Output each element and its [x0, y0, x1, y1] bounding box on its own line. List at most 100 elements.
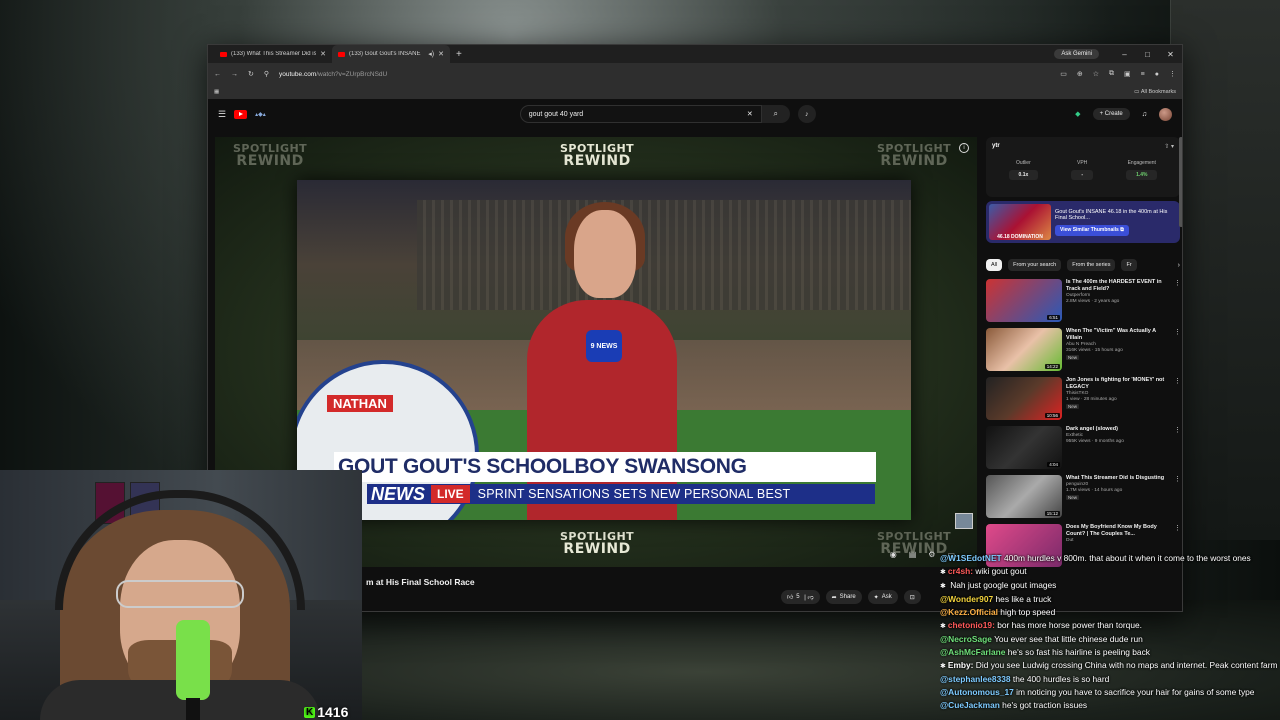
rec-title[interactable]: When The "Victim" Was Actually A Villain [1066, 328, 1170, 342]
tab-streamer-video[interactable]: (133) What This Streamer Did is ✕ [214, 45, 332, 63]
minimize-icon[interactable]: – [1113, 50, 1136, 59]
rec-title[interactable]: What This Streamer Did is Disgusting [1066, 475, 1170, 482]
chat-username[interactable]: @NecroSage [940, 634, 992, 644]
new-tab-button[interactable]: + [450, 49, 468, 60]
more-options-icon[interactable]: ⋮ [1174, 328, 1180, 376]
close-tab-icon[interactable]: ✕ [320, 50, 326, 58]
avatar[interactable] [1159, 107, 1172, 121]
chat-badge-icon: ✱ [940, 623, 946, 630]
create-button[interactable]: + Create [1092, 108, 1130, 120]
list-item[interactable]: 14:22 When The "Victim" Was Actually A V… [986, 328, 1180, 376]
search-button-icon[interactable]: ⌕ [761, 105, 790, 123]
chip-all[interactable]: All [986, 259, 1003, 271]
like-button[interactable]: 👍︎ 5 | 👎︎ [781, 590, 820, 604]
subtitles-icon[interactable]: ▤ [909, 550, 917, 559]
more-options-icon[interactable]: ⋮ [1174, 426, 1180, 474]
maximize-icon[interactable]: □ [1136, 50, 1159, 59]
all-bookmarks-button[interactable]: All Bookmarks [1141, 89, 1176, 95]
chat-message: @stephanlee8338 the 400 hurdles is so ha… [940, 673, 1280, 686]
chevron-right-icon[interactable]: › [1178, 262, 1180, 269]
video-thumbnail[interactable]: 4:04 [986, 426, 1062, 469]
chat-overlay: @W1SEdotNET 400m hurdles v 800m. that ab… [940, 552, 1280, 720]
list-item[interactable]: 10:56 Jon Jones is fighting for 'MONEY' … [986, 377, 1180, 425]
settings-gear-icon[interactable]: ⚙ [928, 550, 935, 559]
chat-username[interactable]: chetonio19: [948, 620, 995, 630]
sidebar-scrollbar[interactable] [1179, 137, 1182, 227]
extension-icon[interactable]: ◆ [1075, 110, 1080, 118]
rec-title[interactable]: Jon Jones is fighting for 'MONEY' not LE… [1066, 377, 1170, 391]
list-item[interactable]: 15:12 What This Streamer Did is Disgusti… [986, 475, 1180, 523]
chat-text: the 400 hurdles is so hard [1010, 674, 1110, 684]
rec-title[interactable]: Dark angel (slowed) [1066, 426, 1170, 433]
close-tab-icon[interactable]: ✕ [438, 50, 444, 58]
notifications-bell-icon[interactable]: ♫ [1142, 111, 1147, 118]
chat-username[interactable]: @Kezz.Official [940, 607, 998, 617]
button-label: View Similar Thumbnails [1060, 227, 1119, 234]
chat-message: @Kezz.Official high top speed [940, 606, 1280, 619]
youtube-logo-icon[interactable] [234, 109, 248, 119]
video-thumbnail[interactable]: 15:12 [986, 475, 1062, 518]
thumbs-down-icon[interactable]: | 👎︎ [803, 593, 813, 601]
bookmark-star-icon[interactable]: ☆ [1093, 70, 1099, 78]
save-button[interactable]: ⊡ [903, 590, 921, 604]
chat-username[interactable]: @W1SEdotNET [940, 553, 1002, 563]
chat-message: ✱ Emby: Did you see Ludwig crossing China… [940, 659, 1280, 673]
list-item[interactable]: 4:04 Dark angel (slowed) Exthetic 955K vie… [986, 426, 1180, 474]
chat-username[interactable]: @Wonder907 [940, 594, 993, 604]
extensions-icon[interactable]: ⧉ [1109, 70, 1114, 78]
streamer-webcam: K 1416 [0, 470, 362, 720]
url-field[interactable]: youtube.com/watch?v=ZUrpBrcNSdU [279, 71, 1050, 78]
more-options-icon[interactable]: ⋮ [1174, 475, 1180, 523]
chat-username[interactable]: @AshMcFarlane [940, 647, 1005, 657]
voice-search-icon[interactable]: ♪ [797, 105, 816, 123]
media-icon[interactable]: ≡ [1141, 71, 1145, 78]
rec-title[interactable]: Does My Boyfriend Know My Body Count? | … [1066, 524, 1170, 538]
share-button[interactable]: ➦ Share [825, 590, 862, 604]
chat-username[interactable]: @stephanlee8338 [940, 674, 1011, 684]
more-options-icon[interactable]: ⋮ [1174, 279, 1180, 327]
forward-icon[interactable]: → [231, 71, 238, 78]
zoom-icon[interactable]: ⊕ [1077, 70, 1083, 78]
similar-title: Gout Gout's INSANE 46.18 in the 400m at … [1055, 208, 1168, 222]
apps-icon[interactable]: ▦ [214, 89, 219, 95]
chat-text: high top speed [997, 607, 1056, 617]
cast-icon[interactable]: ▭ [1060, 70, 1067, 78]
stat-label: Outlier [1016, 160, 1031, 166]
chat-username[interactable]: Emby: [948, 660, 974, 670]
list-item[interactable]: 6:51 Is The 400m the HARDEST EVENT in Tr… [986, 279, 1180, 327]
sidepanel-icon[interactable]: ▣ [1124, 70, 1131, 78]
search-input[interactable]: gout gout 40 yard ✕ [519, 105, 762, 123]
overlay-text: REWIND [563, 153, 631, 169]
info-icon[interactable]: i [959, 143, 969, 153]
close-window-icon[interactable]: ✕ [1159, 50, 1182, 59]
chip-truncated[interactable]: Fr [1121, 259, 1137, 271]
tab-gout-video[interactable]: (133) Gout Gout's INSANE ◂) ✕ [332, 45, 450, 63]
site-info-icon[interactable]: ⚲ [264, 70, 269, 78]
autoplay-icon[interactable]: ◉ [890, 550, 897, 559]
chat-username[interactable]: @Autonomous_17 [940, 687, 1014, 697]
emote-image [955, 513, 973, 529]
video-thumbnail[interactable]: 6:51 [986, 279, 1062, 322]
more-options-icon[interactable]: ⋮ [1174, 377, 1180, 425]
rec-channel[interactable]: Dut [1066, 538, 1170, 544]
ask-button[interactable]: ✦ Ask [867, 590, 898, 604]
profile-icon[interactable]: ● [1155, 71, 1159, 78]
chat-username[interactable]: @CueJackman [940, 700, 1000, 710]
chat-message: @NecroSage You ever see that little chin… [940, 633, 1280, 646]
chip-from-your-search[interactable]: From your search [1008, 259, 1062, 271]
rec-title[interactable]: Is The 400m the HARDEST EVENT in Track a… [1066, 279, 1170, 293]
hamburger-menu-icon[interactable]: ☰ [218, 109, 226, 120]
reload-icon[interactable]: ↻ [248, 70, 254, 78]
chat-username[interactable]: cr4sh: [948, 566, 973, 576]
clear-search-icon[interactable]: ✕ [747, 110, 753, 118]
chip-from-the-series[interactable]: From the series [1067, 259, 1116, 271]
ask-gemini-button[interactable]: Ask Gemini [1054, 49, 1099, 59]
extension-controls[interactable]: ⇧ ▾ [1164, 143, 1174, 150]
view-similar-thumbnails-button[interactable]: View Similar Thumbnails ⧉ [1055, 225, 1129, 236]
video-thumbnail[interactable]: 10:56 [986, 377, 1062, 420]
back-icon[interactable]: ← [214, 71, 221, 78]
video-thumbnail[interactable]: 14:22 [986, 328, 1062, 371]
audio-icon[interactable]: ◂) [428, 50, 434, 58]
chat-message: ✱ cr4sh: wiki gout gout [940, 565, 1280, 579]
menu-icon[interactable]: ⋮ [1169, 70, 1176, 78]
